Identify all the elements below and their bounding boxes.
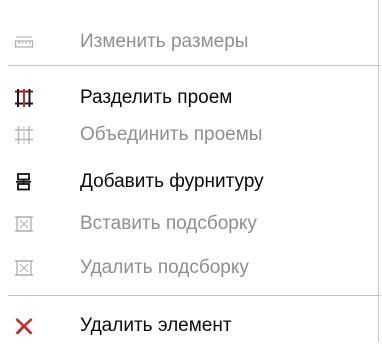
menu-item-label: Добавить фурнитуру xyxy=(80,171,264,192)
menu-item-delete-subassembly: Удалить подсборку xyxy=(0,248,378,288)
menu-item-label: Удалить подсборку xyxy=(80,257,249,278)
split-opening-icon xyxy=(14,88,34,108)
menu-item-add-hardware[interactable]: Добавить фурнитуру xyxy=(0,162,378,202)
menu-item-split-opening[interactable]: Разделить проем xyxy=(0,78,378,118)
menu-item-delete-element[interactable]: Удалить элемент xyxy=(0,306,378,346)
menu-item-label: Объединить проемы xyxy=(80,124,263,145)
menu-item-insert-subassembly: Вставить подсборку xyxy=(0,204,378,244)
delete-subassembly-icon xyxy=(14,258,34,278)
menu-item-label: Изменить размеры xyxy=(80,31,249,52)
menu-separator xyxy=(8,295,380,296)
insert-subassembly-icon xyxy=(14,214,34,234)
menu-item-label: Вставить подсборку xyxy=(80,213,257,234)
menu-item-label: Разделить проем xyxy=(80,87,233,108)
add-hardware-icon xyxy=(14,172,34,192)
context-menu: Изменить размеры Разделить проем Объедин… xyxy=(0,0,380,342)
menu-item-resize: Изменить размеры xyxy=(0,22,378,62)
menu-separator xyxy=(8,65,380,66)
menu-item-label: Удалить элемент xyxy=(80,315,232,336)
merge-openings-icon xyxy=(14,125,34,145)
resize-icon xyxy=(14,32,34,52)
delete-element-icon xyxy=(14,316,34,336)
menu-item-merge-openings: Объединить проемы xyxy=(0,115,378,155)
